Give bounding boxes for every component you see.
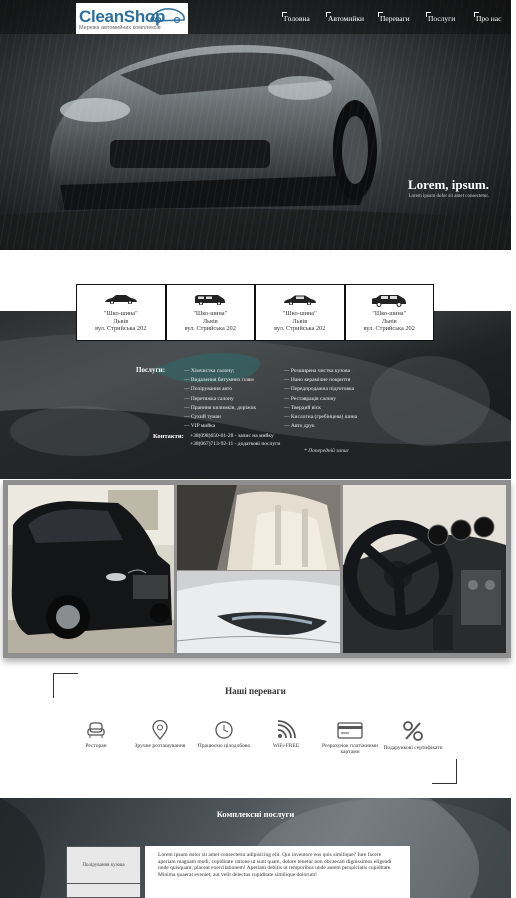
service-item: — Сухий туман [184, 414, 222, 421]
services-list-right: — Розширена чистка кузова — Нано кераміч… [284, 367, 357, 431]
tab-second[interactable] [67, 884, 140, 898]
location-address: вул. Стрийська 202 [274, 325, 326, 332]
location-city: Львів [113, 317, 129, 325]
service-item: — Реставрація салону [284, 395, 337, 402]
service-item: — Видалення битумних плям [184, 377, 254, 384]
rain-overlay [0, 0, 511, 250]
location-name: "Шко-шина" [103, 310, 138, 317]
service-item: — Кислотна (гребінцева) шина [284, 414, 358, 421]
service-item: — Авто друк [284, 423, 315, 430]
hero-title: Lorem, ipsum. [407, 177, 489, 192]
nav-home[interactable]: Головна [282, 12, 310, 23]
location-name: "Шко-шина" [372, 310, 407, 317]
contact-phone[interactable]: +38(067)713-92-11 - додаткові послуги [190, 441, 280, 449]
advantage-label: Розрахунок платіжними картами [321, 743, 379, 756]
gallery-photo-suv[interactable] [8, 485, 174, 653]
tab-polishing[interactable]: Полірування кузова [67, 847, 140, 884]
advantage-label: Зручне розташування [134, 743, 186, 749]
service-item: — Перетяжка салону [184, 395, 234, 402]
locations-row: "Шко-шина" Львів вул. Стрийська 202 "Шко… [76, 284, 434, 341]
advantage-label: Ресторан [85, 743, 107, 749]
sedan-icon [283, 295, 316, 305]
advantage-label: WiFi-FREE [272, 743, 300, 749]
advantage-item: Розрахунок платіжними картами [318, 720, 382, 755]
location-card[interactable]: "Шко-шина" Львів вул. Стрийська 202 [344, 284, 434, 341]
advantage-item: Ресторан [64, 720, 128, 749]
service-item: — VIP мийка [184, 423, 216, 430]
van-icon [195, 295, 226, 305]
location-name: "Шко-шина" [282, 310, 317, 317]
location-name: "Шко-шина" [193, 310, 228, 317]
decor-corner-bottom-right [432, 759, 457, 784]
service-item: — Передпродажна підготовка [284, 386, 355, 393]
percent-icon [403, 721, 423, 741]
advantage-label: Подарункові сертифікати [383, 745, 443, 751]
location-address: вул. Стрийська 202 [184, 325, 236, 332]
advantage-item: Працюємо цілодобово [192, 720, 256, 749]
armchair-icon [87, 722, 105, 738]
location-card[interactable]: "Шко-шина" Львів вул. Стрийська 202 [255, 284, 345, 341]
nav-car-washes[interactable]: Автомийки [326, 12, 364, 23]
advantages-title: Наші переваги [225, 686, 286, 696]
service-item: — Твердий віск [284, 404, 321, 411]
complex-description: Lorem ipsum dolor sit amet consectetur a… [145, 846, 410, 898]
wifi-icon [277, 720, 296, 739]
complex-tabs: Полірування кузова [66, 846, 141, 898]
suv-icon [372, 295, 407, 307]
clock-icon [215, 721, 233, 739]
nav-services[interactable]: Послуги [425, 12, 455, 23]
location-card[interactable]: "Шко-шина" Львів вул. Стрийська 202 [76, 284, 166, 341]
gallery-photo-dashboard[interactable] [343, 485, 506, 653]
gallery-photo-headlight[interactable] [177, 571, 340, 653]
hero-banner: CleanShop Мережа автомийних комплексів Г… [0, 0, 511, 250]
service-item: — Хімчистка салону; [184, 368, 235, 374]
services-label: Послуги: [136, 366, 166, 374]
service-item: — Пранння килимків, доріжок [184, 404, 257, 411]
contacts-label: Контакти: [153, 433, 184, 440]
location-address: вул. Стрийська 202 [363, 325, 415, 332]
service-item: — Полірування авто [184, 386, 232, 393]
location-city: Львів [381, 317, 397, 325]
advantage-item: WiFi-FREE [254, 720, 318, 749]
photo-gallery [3, 480, 511, 658]
service-item: — Нано керамічне покриття [284, 377, 351, 384]
complex-services-title: Комплексні послуги [216, 809, 295, 819]
contact-phone[interactable]: +38(098)650-01-28 - запис на мийку [190, 433, 280, 441]
booking-note: * Попередній запис [304, 448, 350, 454]
service-item: — Розширена чистка кузова [284, 368, 351, 374]
hero-subtitle: Lorem ipsum dolor sit amet consectetur. [408, 194, 489, 199]
location-card[interactable]: "Шко-шина" Львів вул. Стрийська 202 [165, 284, 255, 341]
credit-card-icon [337, 722, 363, 739]
location-city: Львів [292, 317, 308, 325]
advantage-item: Зручне розташування [128, 720, 192, 749]
gallery-photo-interior[interactable] [177, 485, 340, 570]
location-address: вул. Стрийська 202 [95, 325, 147, 332]
location-city: Львів [202, 317, 218, 325]
advantage-label: Працюємо цілодобово [197, 743, 251, 749]
map-pin-icon [152, 720, 168, 740]
main-nav: Головна Автомийки Переваги Послуги Про н… [0, 12, 511, 26]
advantage-item: Подарункові сертифікати [381, 720, 445, 751]
contacts-list: +38(098)650-01-28 - запис на мийку +38(0… [190, 433, 280, 448]
nav-advantages[interactable]: Переваги [378, 12, 410, 23]
services-list-left: — Хімчистка салону; — Видалення битумних… [184, 367, 256, 431]
nav-about[interactable]: Про нас [473, 12, 501, 23]
car-icon [104, 295, 137, 304]
